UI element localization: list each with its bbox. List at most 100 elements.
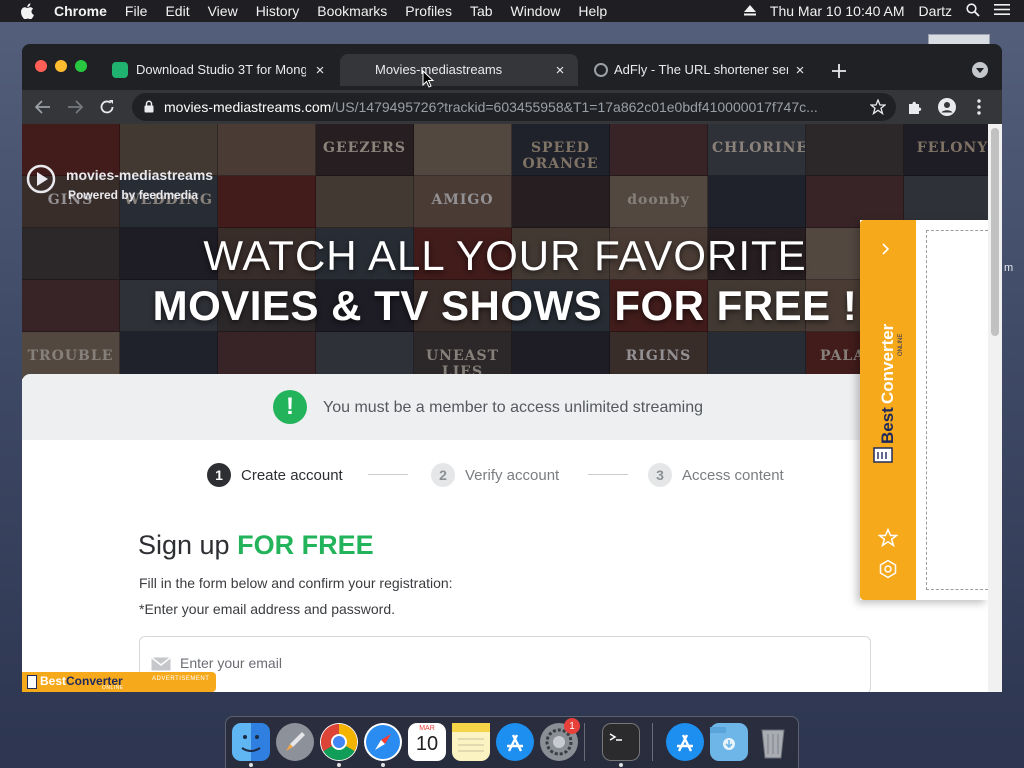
signup-instructions: Fill in the form below and confirm your … xyxy=(139,575,453,591)
launchpad-icon[interactable] xyxy=(276,723,314,761)
apple-menu-icon[interactable] xyxy=(20,3,36,19)
dock-running-indicator xyxy=(619,763,623,767)
step-connector xyxy=(588,474,628,475)
scrollbar-thumb[interactable] xyxy=(991,128,999,336)
lock-icon[interactable] xyxy=(144,100,154,118)
calendar-month: MAR xyxy=(419,725,435,732)
app-store-icon[interactable] xyxy=(496,723,534,761)
step-connector xyxy=(368,474,408,475)
hero-banner: GEEZERS SPEED ORANGE CHLORINE FELONY GINS WED… xyxy=(22,124,988,379)
url-host: movies-mediastreams.com xyxy=(164,99,332,115)
adfly-icon xyxy=(594,63,608,77)
side-ad-brand-text-2: Converter xyxy=(878,323,897,404)
menu-app-name[interactable]: Chrome xyxy=(54,3,107,19)
reload-button[interactable] xyxy=(96,96,118,118)
tab-adfly[interactable]: AdFly - The URL shortener service × xyxy=(582,54,818,86)
menu-profiles[interactable]: Profiles xyxy=(405,3,452,19)
close-tab-icon[interactable]: × xyxy=(792,62,808,79)
email-field[interactable] xyxy=(139,636,871,692)
menu-bar: Chrome File Edit View History Bookmarks … xyxy=(0,0,1024,22)
step-3-number: 3 xyxy=(648,463,672,487)
tab-strip: Download Studio 3T for MongoDB × Movies-… xyxy=(22,44,1002,90)
address-bar[interactable]: movies-mediastreams.com/US/1479495726?tr… xyxy=(132,93,896,121)
safari-icon[interactable] xyxy=(364,723,402,761)
hero-headline-line2: MOVIES & TV SHOWS FOR FREE ! xyxy=(152,282,858,329)
menu-clock[interactable]: Thu Mar 10 10:40 AM xyxy=(770,3,905,19)
bottom-ad-banner[interactable]: BestConverter ONLINE ADVERTISEMENT xyxy=(22,672,216,692)
back-button[interactable] xyxy=(32,96,54,118)
close-window-button[interactable] xyxy=(35,60,47,72)
bookmark-star-icon[interactable] xyxy=(869,98,887,120)
address-url[interactable]: movies-mediastreams.com/US/1479495726?tr… xyxy=(164,99,854,115)
dock-running-indicator xyxy=(249,763,253,767)
tab-studio3t[interactable]: Download Studio 3T for MongoDB × xyxy=(102,54,338,86)
control-center-icon[interactable] xyxy=(994,3,1010,19)
menu-user[interactable]: Dartz xyxy=(919,3,952,19)
calendar-icon[interactable]: MAR 10 xyxy=(408,723,446,761)
email-input[interactable] xyxy=(180,655,840,671)
dock-running-indicator xyxy=(381,763,385,767)
signup-title-accent: FOR FREE xyxy=(237,530,374,560)
brand-name: movies-mediastreams xyxy=(66,167,214,183)
menu-bar-status: Thu Mar 10 10:40 AM Dartz xyxy=(743,0,1010,22)
side-ad-brand-text-1: Best xyxy=(878,407,897,444)
signup-email-hint: *Enter your email address and password. xyxy=(139,601,396,617)
minimize-window-button[interactable] xyxy=(55,60,67,72)
page-viewport: GEEZERS SPEED ORANGE CHLORINE FELONY GINS WED… xyxy=(22,124,988,692)
finder-icon[interactable] xyxy=(232,723,270,761)
signup-steps: 1 Create account 2 Verify account 3 Acce… xyxy=(22,460,988,492)
step-2-label: Verify account xyxy=(465,467,560,484)
dock: MAR 10 xyxy=(225,716,799,768)
membership-notice: ! You must be a member to access unlimit… xyxy=(22,374,988,440)
notification-badge: 1 xyxy=(564,718,580,734)
desktop-label-fragment: m xyxy=(1004,262,1014,274)
chevron-right-icon[interactable] xyxy=(882,242,890,260)
menu-edit[interactable]: Edit xyxy=(165,3,189,19)
bottom-ad-brand-1: Best xyxy=(40,674,67,688)
forward-button[interactable] xyxy=(64,96,86,118)
menu-tab[interactable]: Tab xyxy=(470,3,493,19)
menu-bookmarks[interactable]: Bookmarks xyxy=(317,3,387,19)
step-3-label: Access content xyxy=(682,467,784,484)
signup-title: Sign up FOR FREE xyxy=(138,530,374,561)
menu-view[interactable]: View xyxy=(208,3,238,19)
downloads-folder-icon[interactable] xyxy=(710,723,748,761)
spotlight-icon[interactable] xyxy=(966,2,980,20)
bottom-ad-brand-sub: ONLINE xyxy=(102,685,124,691)
side-ad-strip: Best Converter ONLINE xyxy=(860,220,916,600)
menu-history[interactable]: History xyxy=(256,3,300,19)
close-tab-icon[interactable]: × xyxy=(552,62,568,79)
menu-window[interactable]: Window xyxy=(511,3,561,19)
side-ad-panel[interactable]: Best Converter ONLINE xyxy=(860,220,988,600)
hexagon-settings-icon[interactable] xyxy=(878,559,898,584)
hero-headline-line1: WATCH ALL YOUR FAVORITE xyxy=(203,232,807,279)
extensions-puzzle-icon[interactable] xyxy=(904,96,926,118)
close-tab-icon[interactable]: × xyxy=(312,62,328,79)
tab-search-button[interactable] xyxy=(972,62,988,78)
kebab-menu-icon[interactable] xyxy=(968,96,990,118)
menu-file[interactable]: File xyxy=(125,3,148,19)
profile-avatar-icon[interactable] xyxy=(936,96,958,118)
studio3t-icon xyxy=(112,62,128,78)
app-store-download-icon[interactable] xyxy=(666,723,704,761)
tab-movies-mediastreams[interactable]: Movies-mediastreams × xyxy=(340,54,578,88)
menu-help[interactable]: Help xyxy=(578,3,607,19)
brand-powered-by: Powered by feedmedia xyxy=(68,188,199,202)
zoom-window-button[interactable] xyxy=(75,60,87,72)
mouse-cursor-icon xyxy=(422,69,435,91)
page-scrollbar[interactable] xyxy=(988,124,1002,692)
browser-toolbar: movies-mediastreams.com/US/1479495726?tr… xyxy=(22,90,1002,124)
dock-separator xyxy=(584,723,585,761)
new-tab-button[interactable] xyxy=(828,60,850,82)
dock-running-indicator xyxy=(337,763,341,767)
chrome-icon[interactable] xyxy=(320,723,358,761)
star-icon[interactable] xyxy=(877,527,899,553)
tab-title: Movies-mediastreams xyxy=(375,62,503,77)
notes-icon[interactable] xyxy=(452,723,490,761)
eject-icon[interactable] xyxy=(743,3,756,19)
side-ad-placeholder xyxy=(926,230,988,590)
browser-window: Download Studio 3T for MongoDB × Movies-… xyxy=(22,44,1002,692)
exclamation-icon: ! xyxy=(273,390,307,424)
terminal-icon[interactable] xyxy=(602,723,640,761)
trash-icon[interactable] xyxy=(754,723,792,761)
